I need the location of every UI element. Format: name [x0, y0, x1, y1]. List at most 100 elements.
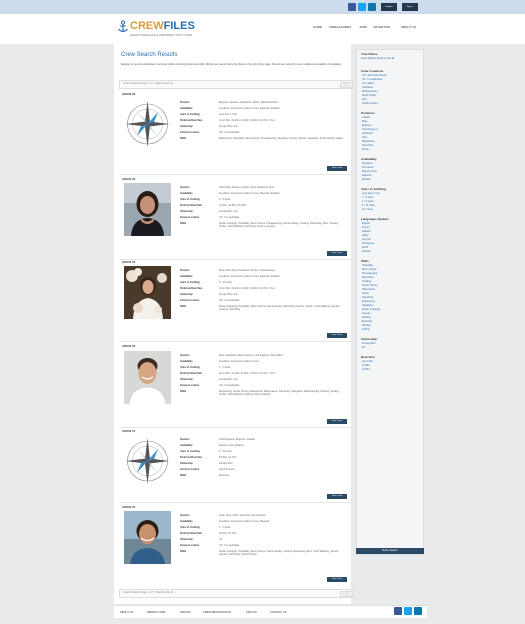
filter-option[interactable]: Electrical	[362, 320, 372, 323]
footer-link-registration[interactable]: CREW REGISTRATION	[203, 611, 231, 614]
filter-option[interactable]: Welding	[362, 324, 371, 327]
view-crew-button[interactable]: View Crew	[327, 419, 347, 424]
nav-about-us[interactable]: ABOUT US	[401, 25, 416, 29]
next-page-button[interactable]	[346, 591, 353, 597]
filter-option[interactable]: Captain	[362, 116, 370, 119]
filter-option[interactable]: Foreign Born	[362, 342, 376, 345]
filter-option[interactable]: 2 - 5 Years	[362, 200, 373, 203]
filter-option[interactable]: Silver Service	[362, 268, 377, 271]
filter-option[interactable]: Dutch	[362, 246, 368, 249]
nav-advertise[interactable]: ADVERTISE	[373, 25, 390, 29]
filter-option[interactable]: Laundry	[362, 312, 371, 315]
filter-option[interactable]: Asia	[362, 98, 367, 101]
view-crew-button[interactable]: View Crew	[327, 333, 347, 338]
refine-search-button[interactable]: Refine Search	[356, 548, 424, 554]
facebook-icon[interactable]	[348, 3, 356, 11]
filter-option[interactable]: Varnishing	[362, 296, 373, 299]
filter-option[interactable]: 5 - 10 Years	[362, 204, 375, 207]
filter-option[interactable]: Caribbean	[362, 86, 373, 89]
filter-option[interactable]: Engineer	[362, 124, 372, 127]
filter-option[interactable]: Navigation	[362, 304, 373, 307]
clear-filters-link[interactable]: Clear all filters below to view all	[361, 57, 394, 60]
filter-option[interactable]: Russian	[362, 250, 371, 253]
skills-label: Skills	[180, 305, 187, 308]
filter-option[interactable]: US - Miami	[362, 82, 374, 85]
filter-option[interactable]: Chef	[362, 136, 367, 139]
register-button[interactable]: Register	[381, 3, 397, 11]
filter-option[interactable]: Purser	[362, 148, 369, 151]
nav-jobs[interactable]: JOBS	[359, 25, 367, 29]
filter-option[interactable]: US - Ft Lauderdale	[362, 78, 382, 81]
filter-option[interactable]: Italian	[362, 234, 368, 237]
location-label: Current Location	[180, 299, 200, 302]
boat-size-value: 31-40m, 41-50m, 51-60m	[219, 204, 246, 207]
footer-link-pricing[interactable]: PRICING	[180, 611, 191, 614]
years-value: Less than 1 Year	[219, 113, 237, 116]
boat-size-value: 51-60m, 61-70m	[219, 532, 237, 535]
facebook-icon[interactable]	[394, 607, 402, 615]
linkedin-icon[interactable]	[368, 3, 376, 11]
filter-option[interactable]: Mediterranean	[362, 90, 377, 93]
filter-option[interactable]: Watersports	[362, 288, 375, 291]
filter-option[interactable]: Delivery Crew	[362, 170, 377, 173]
filter-option[interactable]: Less than 1 Year	[362, 192, 380, 195]
sign-in-button[interactable]: Sign in	[402, 3, 418, 11]
nav-home[interactable]: HOME	[313, 25, 322, 29]
linkedin-icon[interactable]	[414, 607, 422, 615]
nav-freelancers[interactable]: FREELANCERS	[329, 25, 351, 29]
filter-option[interactable]: Stewardess	[362, 140, 375, 143]
filter-option[interactable]: US - West Palm Beach	[362, 74, 386, 77]
candidate-photo[interactable]	[124, 351, 171, 404]
footer-link-search-jobs[interactable]: SEARCH JOBS	[147, 611, 165, 614]
pager-top: Search Results Page 1 of 7 | Total Resul…	[119, 80, 353, 89]
filter-option[interactable]: Spanish	[362, 230, 371, 233]
filter-option[interactable]: German	[362, 238, 371, 241]
filter-option[interactable]: Housekeeping	[362, 272, 377, 275]
footer-link-signup[interactable]: SIGN-UP	[246, 611, 257, 614]
filter-option[interactable]: Cooking	[362, 280, 371, 283]
filter-option[interactable]: 31-40m	[362, 364, 370, 367]
filter-option[interactable]: French	[362, 226, 369, 229]
candidate-photo[interactable]	[124, 183, 171, 236]
filter-option[interactable]: Deckhand	[362, 132, 373, 135]
filter-option[interactable]: Fishing	[362, 328, 370, 331]
filter-option[interactable]: Tender Driving	[362, 284, 377, 287]
filter-option[interactable]: Rotation	[362, 178, 371, 181]
view-crew-button[interactable]: View Crew	[327, 494, 347, 499]
footer-link-contact[interactable]: CONTACT US	[270, 611, 287, 614]
filter-option[interactable]: Daywork	[362, 174, 371, 177]
view-crew-button[interactable]: View Crew	[327, 251, 347, 256]
filter-option[interactable]: South Pacific	[362, 94, 376, 97]
filter-option[interactable]: Diving	[362, 292, 369, 295]
twitter-icon[interactable]	[358, 3, 366, 11]
filter-option[interactable]: Engineering	[362, 300, 375, 303]
footer-link-about[interactable]: ABOUT US	[120, 611, 133, 614]
next-page-button[interactable]	[346, 82, 353, 88]
filter-option[interactable]: 10+ Years	[362, 208, 373, 211]
filter-option[interactable]: 41-50m	[362, 368, 370, 371]
filter-option[interactable]: 1 - 2 Years	[362, 196, 373, 199]
filter-option[interactable]: Painting	[362, 316, 371, 319]
filter-option[interactable]: Flower Arranging	[362, 308, 380, 311]
candidate-photo[interactable]	[124, 266, 171, 319]
filter-option[interactable]: Chief Stew	[362, 144, 374, 147]
citizenship-label: Citizenship	[180, 538, 193, 541]
filter-option[interactable]: Portuguese	[362, 242, 374, 245]
candidate-photo[interactable]	[124, 511, 171, 564]
filter-option[interactable]: South America	[362, 102, 378, 105]
filter-option[interactable]: Mate	[362, 120, 367, 123]
compass-placeholder-icon	[124, 435, 171, 488]
view-crew-button[interactable]: View Crew	[327, 577, 347, 582]
filter-option[interactable]: English	[362, 222, 370, 225]
filter-option[interactable]: Bartending	[362, 276, 374, 279]
filter-option[interactable]: EU	[362, 346, 365, 349]
availability-value: Freelance, Permanent, Delivery Crew	[219, 360, 259, 363]
filter-option[interactable]: Chief Engineer	[362, 128, 378, 131]
site-logo[interactable]: CREWFILES	[130, 20, 195, 32]
filter-option[interactable]: Permanent	[362, 166, 374, 169]
filter-option[interactable]: Freelance	[362, 162, 373, 165]
filter-option[interactable]: Hospitality	[362, 264, 373, 267]
filter-option[interactable]: Up to 30m	[362, 360, 373, 363]
twitter-icon[interactable]	[404, 607, 412, 615]
view-crew-button[interactable]: View Crew	[327, 166, 347, 171]
